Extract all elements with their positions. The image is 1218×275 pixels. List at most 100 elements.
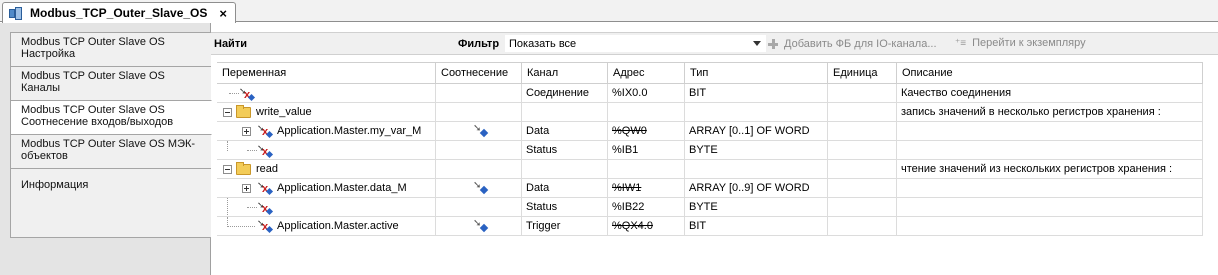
- description-cell[interactable]: [897, 179, 1203, 197]
- variable-cell[interactable]: read: [217, 160, 436, 178]
- add-fb-button[interactable]: Добавить ФБ для IO-канала...: [768, 38, 937, 50]
- collapse-icon[interactable]: [223, 164, 232, 174]
- unit-cell[interactable]: [828, 198, 897, 216]
- unit-cell[interactable]: [828, 141, 897, 159]
- filter-label: Фильтр: [458, 38, 500, 50]
- variable-name: Application.Master.my_var_M: [277, 125, 422, 137]
- device-icon: [9, 6, 22, 20]
- table-row[interactable]: write_value запись значений в несколько …: [217, 103, 1203, 122]
- mapping-cell[interactable]: ➘: [436, 122, 522, 140]
- side-tab-label: Настройка: [21, 48, 76, 60]
- description-cell[interactable]: [897, 141, 1203, 159]
- editor-side-tabs: Modbus TCP Outer Slave OS Настройка Modb…: [0, 23, 212, 275]
- mapping-toolbar: Найти Фильтр Показать все Добавить ФБ дл…: [211, 32, 1218, 55]
- table-row[interactable]: read чтение значений из нескольких регис…: [217, 160, 1203, 179]
- variable-cell[interactable]: write_value: [217, 103, 436, 121]
- mapping-cell[interactable]: [436, 160, 522, 178]
- variable-cell[interactable]: ➘ x Application.Master.active: [217, 217, 436, 235]
- variable-name: read: [256, 163, 279, 175]
- variable-cell[interactable]: ➘ x: [217, 141, 436, 159]
- channel-cell: [522, 103, 608, 121]
- address-cell[interactable]: %IB22: [608, 198, 685, 216]
- side-tab-label: Modbus TCP Outer Slave OS МЭК-: [21, 138, 196, 150]
- variable-cell[interactable]: ➘ x: [217, 84, 436, 102]
- unit-cell[interactable]: [828, 160, 897, 178]
- column-header-description[interactable]: Описание: [897, 63, 1203, 83]
- mapping-cell[interactable]: [436, 84, 522, 102]
- type-cell: BYTE: [685, 141, 828, 159]
- address-cell[interactable]: [608, 103, 685, 121]
- description-cell[interactable]: чтение значений из нескольких регистров …: [897, 160, 1203, 178]
- address-cell[interactable]: %QW0: [608, 122, 685, 140]
- mapping-cell[interactable]: [436, 103, 522, 121]
- mapping-cell[interactable]: ➘: [436, 217, 522, 235]
- mapping-cell[interactable]: [436, 198, 522, 216]
- goto-instance-button[interactable]: ⁺≡ Перейти к экземпляру: [955, 37, 1086, 49]
- unit-cell[interactable]: [828, 179, 897, 197]
- collapse-icon[interactable]: [223, 107, 232, 117]
- column-header-variable[interactable]: Переменная: [217, 63, 436, 83]
- unit-cell[interactable]: [828, 103, 897, 121]
- column-header-address[interactable]: Адрес: [608, 63, 685, 83]
- mapping-cell[interactable]: [436, 141, 522, 159]
- description-cell[interactable]: [897, 217, 1203, 235]
- column-header-unit[interactable]: Единица: [828, 63, 897, 83]
- address-cell[interactable]: %IW1: [608, 179, 685, 197]
- description-cell[interactable]: запись значений в несколько регистров хр…: [897, 103, 1203, 121]
- unit-cell[interactable]: [828, 122, 897, 140]
- table-row[interactable]: ➘ x Status %IB22 BYTE: [217, 198, 1203, 217]
- side-tab-iec-objects[interactable]: Modbus TCP Outer Slave OS МЭК- объектов: [10, 134, 211, 169]
- table-row[interactable]: ➘ x Соединение %IX0.0 BIT Качество соедин…: [217, 84, 1203, 103]
- variable-name: write_value: [256, 106, 312, 118]
- unit-cell[interactable]: [828, 217, 897, 235]
- address-cell[interactable]: %IB1: [608, 141, 685, 159]
- table-row[interactable]: ➘ x Application.Master.my_var_M ➘ Data %Q…: [217, 122, 1203, 141]
- column-header-channel[interactable]: Канал: [522, 63, 608, 83]
- side-tab-io-mapping[interactable]: Modbus TCP Outer Slave OS Соотнесение вх…: [10, 100, 212, 135]
- channel-cell: Data: [522, 122, 608, 140]
- document-tab[interactable]: Modbus_TCP_Outer_Slave_OS ×: [2, 2, 236, 23]
- variable-name: Application.Master.active: [277, 220, 399, 232]
- variable-name: Application.Master.data_M: [277, 182, 407, 194]
- description-cell[interactable]: Качество соединения: [897, 84, 1203, 102]
- filter-dropdown[interactable]: Показать все: [505, 35, 766, 52]
- document-tab-title: Modbus_TCP_Outer_Slave_OS: [30, 6, 208, 20]
- table-row[interactable]: ➘ x Application.Master.active ➘ Trigger %…: [217, 217, 1203, 236]
- channel-cell: Status: [522, 198, 608, 216]
- find-field[interactable]: Найти: [214, 38, 247, 50]
- unit-cell[interactable]: [828, 84, 897, 102]
- variable-cell[interactable]: ➘ x Application.Master.data_M: [217, 179, 436, 197]
- type-cell: BYTE: [685, 198, 828, 216]
- table-row[interactable]: ➘ x Application.Master.data_M ➘ Data %IW1…: [217, 179, 1203, 198]
- side-tab-filler: [10, 198, 211, 238]
- channel-cell: Соединение: [522, 84, 608, 102]
- side-tab-label: Modbus TCP Outer Slave OS: [21, 70, 165, 82]
- side-tab-label: Информация: [21, 179, 89, 191]
- io-channel-icon: ➘ x: [255, 124, 274, 139]
- address-cell[interactable]: %QX4.0: [608, 217, 685, 235]
- add-fb-label: Добавить ФБ для IO-канала...: [784, 38, 937, 50]
- type-cell: [685, 103, 828, 121]
- side-tab-channels[interactable]: Modbus TCP Outer Slave OS Каналы: [10, 66, 211, 101]
- type-cell: ARRAY [0..1] OF WORD: [685, 122, 828, 140]
- document-tab-bar: Modbus_TCP_Outer_Slave_OS ×: [0, 0, 1218, 23]
- address-cell[interactable]: %IX0.0: [608, 84, 685, 102]
- description-cell[interactable]: [897, 122, 1203, 140]
- close-icon[interactable]: ×: [219, 7, 227, 20]
- goto-instance-label: Перейти к экземпляру: [972, 37, 1086, 49]
- column-header-mapping[interactable]: Соотнесение: [436, 63, 522, 83]
- side-tab-settings[interactable]: Modbus TCP Outer Slave OS Настройка: [10, 32, 211, 67]
- expand-icon[interactable]: [242, 126, 251, 136]
- table-row[interactable]: ➘ x Status %IB1 BYTE: [217, 141, 1203, 160]
- io-channel-icon: ➘ x: [237, 86, 256, 101]
- column-header-type[interactable]: Тип: [685, 63, 828, 83]
- address-cell[interactable]: [608, 160, 685, 178]
- io-channel-icon: ➘ x: [255, 143, 274, 158]
- folder-icon: [236, 161, 251, 175]
- mapping-cell[interactable]: ➘: [436, 179, 522, 197]
- variable-cell[interactable]: ➘ x Application.Master.my_var_M: [217, 122, 436, 140]
- description-cell[interactable]: [897, 198, 1203, 216]
- expand-icon[interactable]: [242, 183, 251, 193]
- variable-cell[interactable]: ➘ x: [217, 198, 436, 216]
- chevron-down-icon: [753, 41, 761, 46]
